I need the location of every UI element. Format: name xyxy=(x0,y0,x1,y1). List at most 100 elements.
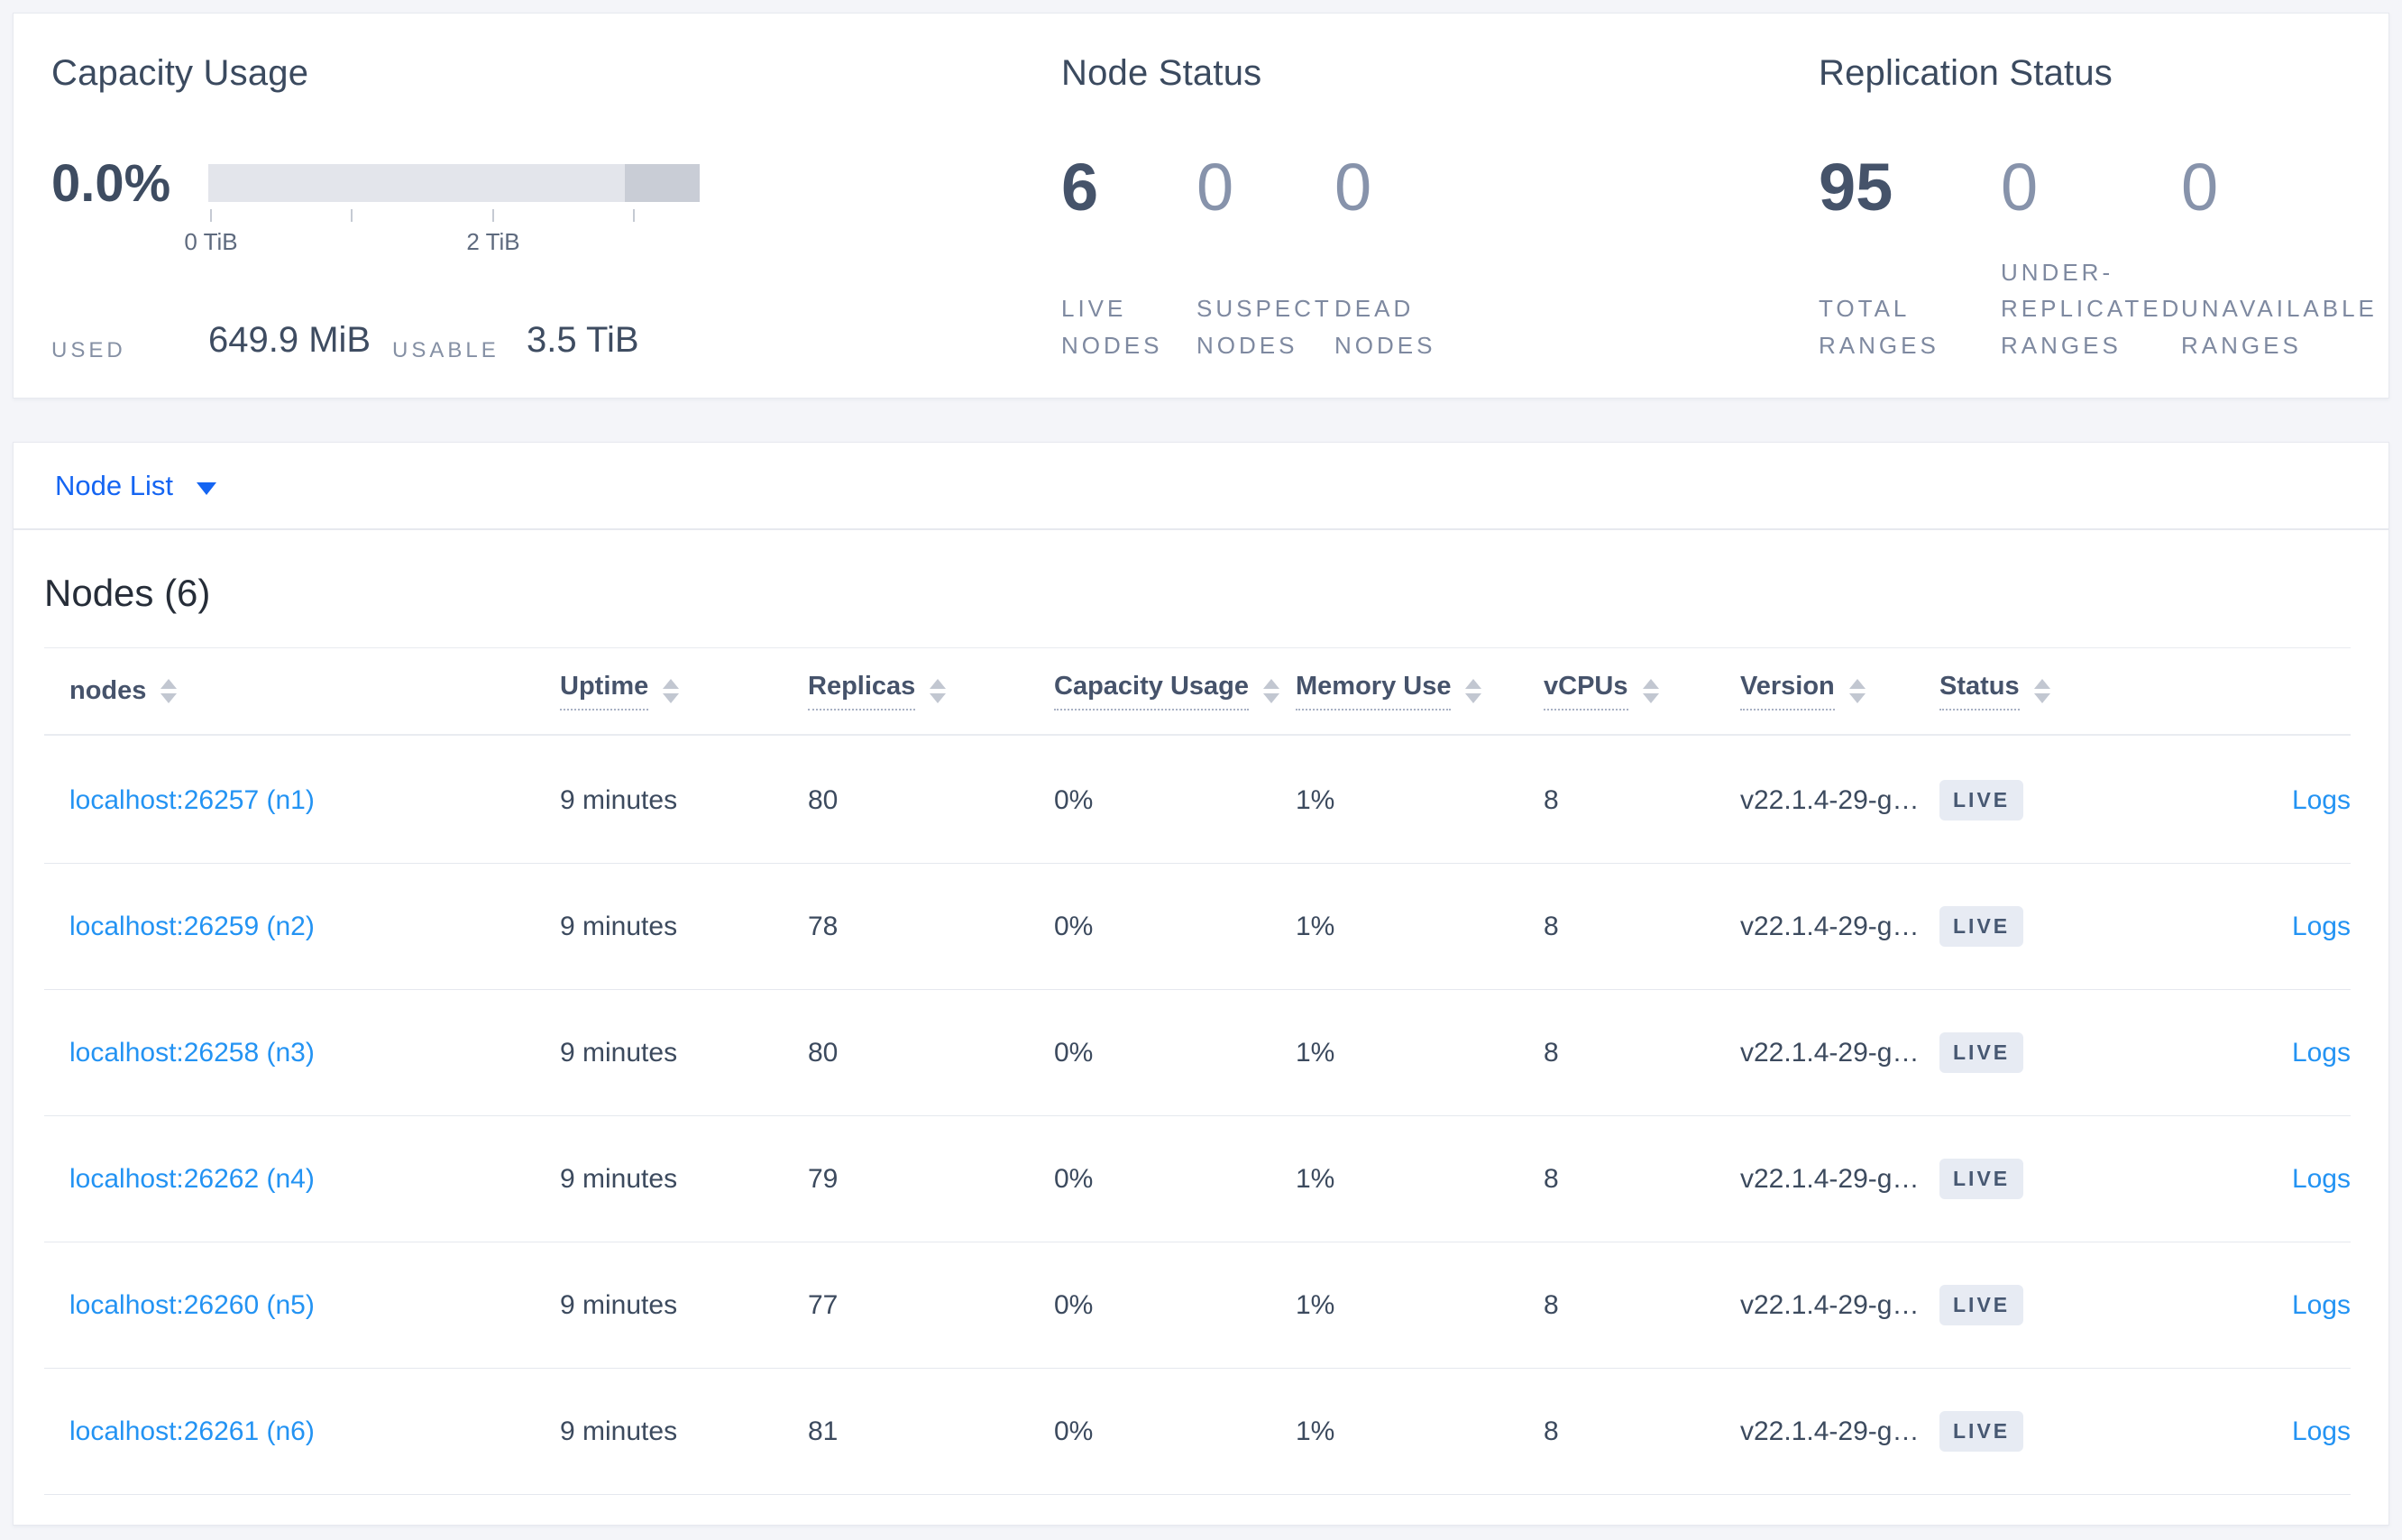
node-status-title: Node Status xyxy=(1061,53,1262,93)
vcpus-cell: 8 xyxy=(1544,1163,1559,1194)
logs-link[interactable]: Logs xyxy=(2292,1164,2351,1195)
capacity-reserved-segment xyxy=(625,164,700,202)
column-header-capacity-usage[interactable]: Capacity Usage xyxy=(1054,672,1296,710)
column-header-memory-use[interactable]: Memory Use xyxy=(1296,672,1544,710)
axis-tick xyxy=(492,209,494,222)
sort-icon xyxy=(663,679,680,703)
status-badge: LIVE xyxy=(1939,1411,2024,1452)
column-header-replicas[interactable]: Replicas xyxy=(808,672,1054,710)
uptime-cell: 9 minutes xyxy=(560,1037,678,1068)
unavailable-ranges-stat: 0 UNAVAILABLE RANGES xyxy=(2181,154,2402,363)
replicas-cell: 79 xyxy=(808,1163,839,1194)
node-list-dropdown-label: Node List xyxy=(55,469,173,501)
node-link[interactable]: localhost:26257 (n1) xyxy=(69,785,315,816)
vcpus-cell: 8 xyxy=(1544,784,1559,815)
version-cell: v22.1.4-29-g… xyxy=(1740,784,1920,815)
memory-cell: 1% xyxy=(1296,911,1335,941)
node-link[interactable]: localhost:26260 (n5) xyxy=(69,1290,315,1321)
column-header-vcpus[interactable]: vCPUs xyxy=(1544,672,1740,710)
nodes-table-header: nodes Uptime Replicas Capacity Usage Mem… xyxy=(44,648,2351,736)
uptime-cell: 9 minutes xyxy=(560,911,678,941)
dead-nodes-stat: 0 DEAD NODES xyxy=(1334,154,1515,363)
memory-cell: 1% xyxy=(1296,1163,1335,1194)
dead-nodes-count: 0 xyxy=(1334,150,1372,225)
memory-cell: 1% xyxy=(1296,784,1335,815)
table-row: localhost:26258 (n3) 9 minutes 80 0% 1% … xyxy=(44,990,2351,1116)
suspect-nodes-count: 0 xyxy=(1196,150,1234,225)
status-badge: LIVE xyxy=(1939,1159,2024,1199)
capacity-cell: 0% xyxy=(1054,784,1094,815)
vcpus-cell: 8 xyxy=(1544,911,1559,941)
column-header-nodes[interactable]: nodes xyxy=(44,676,560,706)
version-cell: v22.1.4-29-g… xyxy=(1740,911,1920,941)
logs-link[interactable]: Logs xyxy=(2292,1416,2351,1447)
table-row: localhost:26257 (n1) 9 minutes 80 0% 1% … xyxy=(44,738,2351,864)
dead-nodes-label: DEAD NODES xyxy=(1334,295,1436,359)
under-replicated-ranges-stat: 0 UNDER- REPLICATED RANGES xyxy=(2001,154,2181,363)
uptime-cell: 9 minutes xyxy=(560,784,678,815)
logs-link[interactable]: Logs xyxy=(2292,912,2351,942)
uptime-cell: 9 minutes xyxy=(560,1289,678,1320)
memory-cell: 1% xyxy=(1296,1289,1335,1320)
capacity-used-value: 649.9 MiB xyxy=(208,320,371,360)
axis-tick xyxy=(633,209,635,222)
axis-tick xyxy=(351,209,353,222)
axis-tick xyxy=(210,209,212,222)
nodes-table-card: Nodes (6) nodes Uptime Replicas Capacity… xyxy=(13,529,2389,1526)
status-badge: LIVE xyxy=(1939,1285,2024,1325)
capacity-cell: 0% xyxy=(1054,1163,1094,1194)
table-row: localhost:26261 (n6) 9 minutes 81 0% 1% … xyxy=(44,1369,2351,1495)
replicas-cell: 78 xyxy=(808,911,839,941)
capacity-usage-title: Capacity Usage xyxy=(51,53,309,93)
column-header-status[interactable]: Status xyxy=(1939,672,2156,710)
table-row: localhost:26262 (n4) 9 minutes 79 0% 1% … xyxy=(44,1116,2351,1242)
memory-cell: 1% xyxy=(1296,1037,1335,1068)
replication-status-stats: 95 TOTAL RANGES 0 UNDER- REPLICATED RANG… xyxy=(1819,154,2402,363)
total-ranges-count: 95 xyxy=(1819,150,1893,225)
capacity-usable-value: 3.5 TiB xyxy=(527,320,639,360)
sort-icon xyxy=(2033,679,2050,703)
node-link[interactable]: localhost:26261 (n6) xyxy=(69,1416,315,1447)
column-header-version[interactable]: Version xyxy=(1740,672,1939,710)
suspect-nodes-stat: 0 SUSPECT NODES xyxy=(1196,154,1334,363)
capacity-cell: 0% xyxy=(1054,1289,1094,1320)
sort-icon xyxy=(1465,679,1482,703)
nodes-table-body: localhost:26257 (n1) 9 minutes 80 0% 1% … xyxy=(44,738,2351,1495)
vcpus-cell: 8 xyxy=(1544,1037,1559,1068)
replicas-cell: 80 xyxy=(808,784,839,815)
column-header-uptime[interactable]: Uptime xyxy=(560,672,808,710)
node-link[interactable]: localhost:26259 (n2) xyxy=(69,912,315,942)
node-list-dropdown[interactable]: Node List xyxy=(55,443,216,528)
table-row: localhost:26259 (n2) 9 minutes 78 0% 1% … xyxy=(44,864,2351,990)
node-link[interactable]: localhost:26258 (n3) xyxy=(69,1038,315,1068)
node-status-stats: 6 LIVE NODES 0 SUSPECT NODES 0 DEAD NODE… xyxy=(1061,154,1515,363)
status-badge: LIVE xyxy=(1939,906,2024,947)
replicas-cell: 80 xyxy=(808,1037,839,1068)
node-link[interactable]: localhost:26262 (n4) xyxy=(69,1164,315,1195)
cluster-summary-card: Capacity Usage 0.0% 0 TiB 2 TiB USED 649… xyxy=(13,13,2389,399)
view-selector-bar: Node List xyxy=(13,442,2389,529)
logs-link[interactable]: Logs xyxy=(2292,785,2351,816)
version-cell: v22.1.4-29-g… xyxy=(1740,1037,1920,1068)
replicas-cell: 77 xyxy=(808,1289,839,1320)
logs-link[interactable]: Logs xyxy=(2292,1038,2351,1068)
sort-icon xyxy=(160,679,178,703)
live-nodes-stat: 6 LIVE NODES xyxy=(1061,154,1196,363)
version-cell: v22.1.4-29-g… xyxy=(1740,1289,1920,1320)
capacity-cell: 0% xyxy=(1054,911,1094,941)
sort-icon xyxy=(1848,679,1866,703)
vcpus-cell: 8 xyxy=(1544,1416,1559,1446)
live-nodes-count: 6 xyxy=(1061,150,1099,225)
live-nodes-label: LIVE NODES xyxy=(1061,295,1163,359)
unavailable-ranges-count: 0 xyxy=(2181,150,2219,225)
logs-link[interactable]: Logs xyxy=(2292,1290,2351,1321)
capacity-cell: 0% xyxy=(1054,1037,1094,1068)
capacity-used-label: USED xyxy=(51,338,126,362)
nodes-table-title: Nodes (6) xyxy=(44,572,211,614)
status-badge: LIVE xyxy=(1939,780,2024,820)
chevron-down-icon xyxy=(196,481,216,495)
version-cell: v22.1.4-29-g… xyxy=(1740,1416,1920,1446)
table-row: localhost:26260 (n5) 9 minutes 77 0% 1% … xyxy=(44,1242,2351,1369)
capacity-used-percent: 0.0% xyxy=(51,154,171,213)
version-cell: v22.1.4-29-g… xyxy=(1740,1163,1920,1194)
